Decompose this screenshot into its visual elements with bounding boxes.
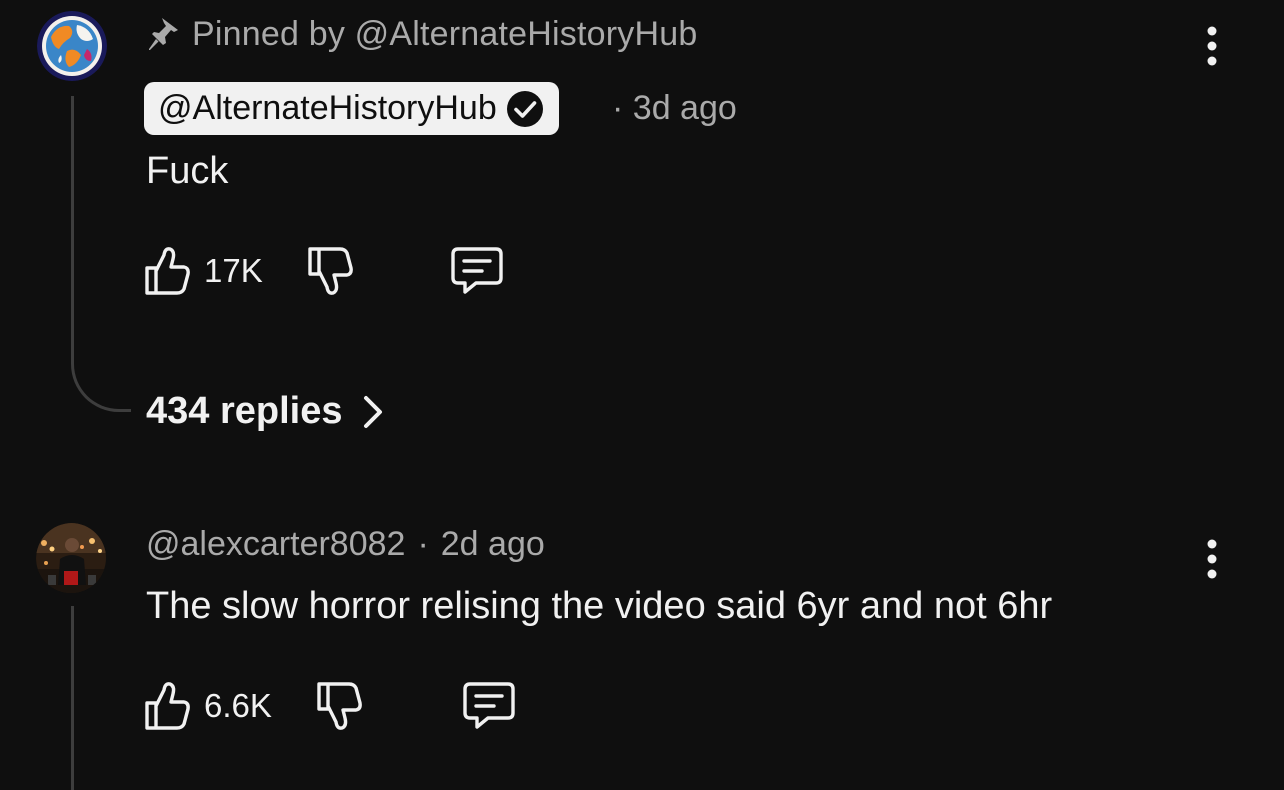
comment-actions: 17K: [144, 243, 504, 299]
comment-author[interactable]: @alexcarter8082: [146, 525, 405, 564]
like-button[interactable]: 6.6K: [144, 680, 272, 732]
comment-time: 3d ago: [632, 89, 737, 127]
thread-line: [71, 606, 74, 790]
user-avatar[interactable]: [36, 523, 106, 593]
author-chip[interactable]: @AlternateHistoryHub: [144, 82, 559, 135]
verified-icon: [506, 90, 543, 127]
thread-line: [71, 96, 74, 346]
like-count: 6.6K: [204, 687, 272, 724]
comment-time: 2d ago: [440, 525, 545, 563]
reply-icon[interactable]: [450, 245, 504, 297]
like-button[interactable]: 17K: [144, 245, 263, 297]
chevron-right-icon: [364, 395, 383, 428]
thumbs-up-icon: [145, 682, 190, 730]
pin-icon: [149, 18, 178, 50]
more-vertical-icon: [1207, 26, 1217, 66]
comment-text: Fuck: [146, 150, 229, 192]
comment-actions: 6.6K: [144, 678, 516, 734]
thumbs-down-icon[interactable]: [316, 680, 364, 732]
more-options-button[interactable]: [1202, 24, 1222, 68]
like-count: 17K: [204, 252, 263, 289]
thread-curve: [71, 320, 131, 412]
view-replies-link[interactable]: 434 replies: [146, 390, 388, 433]
comment-text: The slow horror relising the video said …: [146, 585, 1053, 627]
thumbs-down-icon[interactable]: [307, 245, 355, 297]
replies-count: 434 replies: [146, 390, 343, 432]
pinned-indicator: Pinned by @AlternateHistoryHub: [148, 12, 697, 56]
thumbs-up-icon: [145, 247, 190, 295]
comment-meta: @alexcarter8082 · 2d ago: [146, 525, 545, 564]
more-options-button[interactable]: [1202, 537, 1222, 581]
comment-author: @AlternateHistoryHub: [158, 89, 497, 127]
more-vertical-icon: [1207, 539, 1217, 579]
pinned-label: Pinned by @AlternateHistoryHub: [192, 14, 698, 53]
reply-icon[interactable]: [462, 680, 516, 732]
comment-meta: · 3d ago: [612, 89, 737, 127]
channel-avatar[interactable]: [37, 11, 107, 81]
